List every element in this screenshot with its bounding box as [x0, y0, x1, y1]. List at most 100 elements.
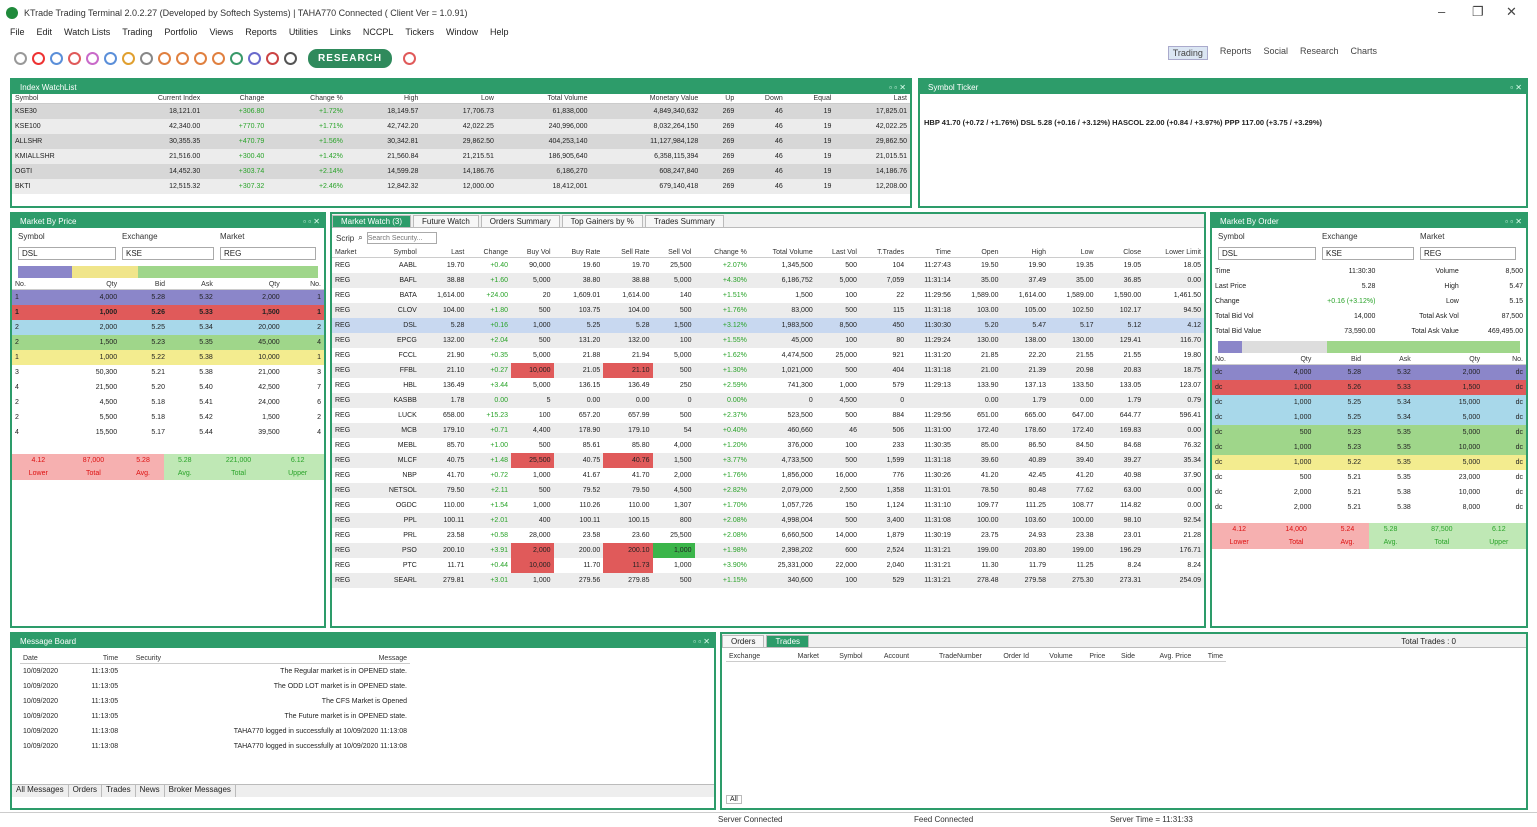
column-header[interactable]: Down	[737, 94, 786, 104]
news-icon[interactable]	[176, 51, 189, 65]
column-header[interactable]: No.	[1483, 355, 1526, 365]
maximize-button[interactable]: ❐	[1472, 4, 1484, 20]
menu-item-edit[interactable]: Edit	[37, 27, 53, 37]
column-header[interactable]: Low	[1049, 248, 1097, 258]
column-header[interactable]: Monetary Value	[590, 94, 702, 104]
column-header[interactable]: Account	[865, 652, 913, 662]
minimize-button[interactable]: –	[1438, 4, 1445, 19]
tab-future-watch[interactable]: Future Watch	[413, 215, 479, 227]
column-header[interactable]: Time	[76, 654, 122, 664]
table-row[interactable]: dc 500 5.23 5.35 5,000 dc	[1212, 424, 1526, 440]
modify-icon[interactable]	[86, 51, 99, 65]
table-row[interactable]: dc 1,000 5.23 5.35 10,000 dc	[1212, 439, 1526, 455]
tab-all-messages[interactable]: All Messages	[12, 785, 69, 797]
table-row[interactable]: REG FCCL 21.90 +0.35 5,000 21.88 21.94 5,000 +1.…	[332, 348, 1204, 363]
column-header[interactable]: T.Trades	[859, 248, 908, 258]
table-row[interactable]: 10/09/2020 11:13:08 TAHA770 logged in succ…	[20, 724, 410, 739]
column-header[interactable]: Bid	[1314, 355, 1365, 365]
table-row[interactable]: REG MCB 179.10 +0.71 4,400 178.90 179.10 54 +0.4…	[332, 422, 1204, 438]
table-row[interactable]: REG MLCF 40.75 +1.48 25,500 40.75 40.76 1,500 +3…	[332, 452, 1204, 468]
table-row[interactable]: ALLSHR 30,355.35 +470.79 +1.56% 30,342.81 29,…	[12, 133, 910, 149]
table-row[interactable]: 2 2,000 5.25 5.34 20,000 2	[12, 319, 324, 335]
exchange-select[interactable]: KSE	[122, 247, 214, 260]
column-header[interactable]: Symbol	[821, 652, 866, 662]
table-row[interactable]: REG EPCG 132.00 +2.04 500 131.20 132.00 100 +1.5…	[332, 332, 1204, 348]
table-row[interactable]: BKTI 12,515.32 +307.32 +2.46% 12,842.32 12,00…	[12, 178, 910, 194]
column-header[interactable]: Time	[907, 248, 954, 258]
column-header[interactable]: High	[1001, 248, 1050, 258]
column-header[interactable]: Ask	[167, 280, 216, 290]
sell-icon[interactable]	[68, 51, 81, 65]
chart-icon[interactable]	[158, 51, 171, 65]
menu-item-links[interactable]: Links	[330, 27, 351, 37]
table-row[interactable]: 10/09/2020 11:13:08 TAHA770 logged in succ…	[20, 739, 410, 754]
forward-icon[interactable]	[248, 51, 261, 65]
market-select[interactable]: REG	[220, 247, 316, 260]
tab-orders[interactable]: Orders	[69, 785, 103, 797]
panel-controls-icon[interactable]: ▫ ▫ ✕	[693, 637, 714, 646]
trades-tab[interactable]: Trades	[766, 635, 810, 647]
lock-icon[interactable]	[122, 51, 135, 65]
table-row[interactable]: REG DSL 5.28 +0.16 1,000 5.25 5.28 1,500 +3.12% 1…	[332, 317, 1204, 333]
table-row[interactable]: REG MEBL 85.70 +1.00 500 85.61 85.80 4,000 +1.20…	[332, 438, 1204, 453]
stop-icon[interactable]	[32, 51, 45, 65]
tab-trades[interactable]: Trades	[102, 785, 136, 797]
column-header[interactable]: Change %	[694, 248, 750, 258]
column-header[interactable]: No.	[1212, 355, 1255, 365]
column-header[interactable]: Side	[1108, 652, 1139, 662]
table-row[interactable]: REG BAFL 38.88 +1.60 5,000 38.80 38.88 5,000 +4.…	[332, 272, 1204, 288]
table-row[interactable]: REG NBP 41.70 +0.72 1,000 41.67 41.70 2,000 +1.7…	[332, 468, 1204, 483]
column-header[interactable]: Equal	[785, 94, 835, 104]
table-row[interactable]: REG BATA 1,614.00 +24.00 20 1,609.01 1,614.00 1…	[332, 288, 1204, 303]
column-header[interactable]: Qty	[215, 280, 283, 290]
tab-news[interactable]: News	[136, 785, 165, 797]
buy-icon[interactable]	[50, 51, 63, 65]
table-row[interactable]: 10/09/2020 11:13:05 The Future market is i…	[20, 709, 410, 724]
table-row[interactable]: REG SEARL 279.81 +3.01 1,000 279.56 279.85 500 +…	[332, 572, 1204, 588]
column-header[interactable]: Lower Limit	[1144, 248, 1204, 258]
column-header[interactable]: High	[345, 94, 422, 104]
column-header[interactable]: Price	[1075, 652, 1109, 662]
menu-item-views[interactable]: Views	[209, 27, 233, 37]
workspace-tab-reports[interactable]: Reports	[1220, 46, 1252, 60]
table-row[interactable]: 2 1,500 5.23 5.35 45,000 4	[12, 334, 324, 350]
market-select[interactable]: REG	[1420, 247, 1516, 260]
table-row[interactable]: REG LUCK 658.00 +15.23 100 657.20 657.99 500 +2.…	[332, 408, 1204, 423]
column-header[interactable]: Bid	[120, 280, 168, 290]
tab-orders-summary[interactable]: Orders Summary	[480, 215, 560, 227]
workspace-tab-social[interactable]: Social	[1263, 46, 1288, 60]
research-button[interactable]: RESEARCH	[308, 48, 393, 68]
table-row[interactable]: REG AABL 19.70 +0.40 90,000 19.60 19.70 25,500 +…	[332, 258, 1204, 273]
column-header[interactable]: Time	[1194, 652, 1226, 662]
menu-item-tickers[interactable]: Tickers	[405, 27, 434, 37]
column-header[interactable]: Buy Rate	[553, 248, 604, 258]
table-row[interactable]: 2 4,500 5.18 5.41 24,000 6	[12, 395, 324, 410]
search-input[interactable]	[366, 232, 437, 244]
color-icon[interactable]	[266, 51, 279, 65]
table-row[interactable]: dc 1,000 5.25 5.34 15,000 dc	[1212, 394, 1526, 410]
tab-market-watch-[interactable]: Market Watch (3)	[332, 215, 412, 227]
menu-item-file[interactable]: File	[10, 27, 25, 37]
menu-item-nccpl[interactable]: NCCPL	[363, 27, 394, 37]
table-row[interactable]: 1 1,000 5.22 5.38 10,000 1	[12, 349, 324, 365]
table-row[interactable]: REG PPL 100.11 +2.01 400 100.11 100.15 800 +2.08…	[332, 512, 1204, 528]
menu-item-portfolio[interactable]: Portfolio	[164, 27, 197, 37]
column-header[interactable]: Qty	[1254, 355, 1315, 365]
menu-item-trading[interactable]: Trading	[122, 27, 152, 37]
table-row[interactable]: REG PSO 200.10 +3.91 2,000 200.00 200.10 1,000 +…	[332, 542, 1204, 558]
column-header[interactable]: Symbol	[371, 248, 420, 258]
table-row[interactable]: 1 1,000 5.26 5.33 1,500 1	[12, 304, 324, 320]
table-row[interactable]: REG PTC 11.71 +0.44 10,000 11.70 11.73 1,000 +3.…	[332, 557, 1204, 573]
menu-item-watch-lists[interactable]: Watch Lists	[64, 27, 110, 37]
column-header[interactable]: Security	[121, 654, 165, 664]
table-row[interactable]: KMIALLSHR 21,516.00 +300.40 +1.42% 21,560.84…	[12, 148, 910, 164]
column-header[interactable]: Open	[953, 248, 1002, 258]
menu-item-window[interactable]: Window	[446, 27, 478, 37]
table-row[interactable]: REG FFBL 21.10 +0.27 10,000 21.05 21.10 500 +1.3…	[332, 362, 1204, 378]
report-icon[interactable]	[212, 51, 225, 65]
tab-broker-messages[interactable]: Broker Messages	[165, 785, 236, 797]
refresh-icon[interactable]	[14, 51, 27, 65]
back-icon[interactable]	[230, 51, 243, 65]
menu-item-help[interactable]: Help	[490, 27, 509, 37]
column-header[interactable]: Total Volume	[496, 94, 591, 104]
